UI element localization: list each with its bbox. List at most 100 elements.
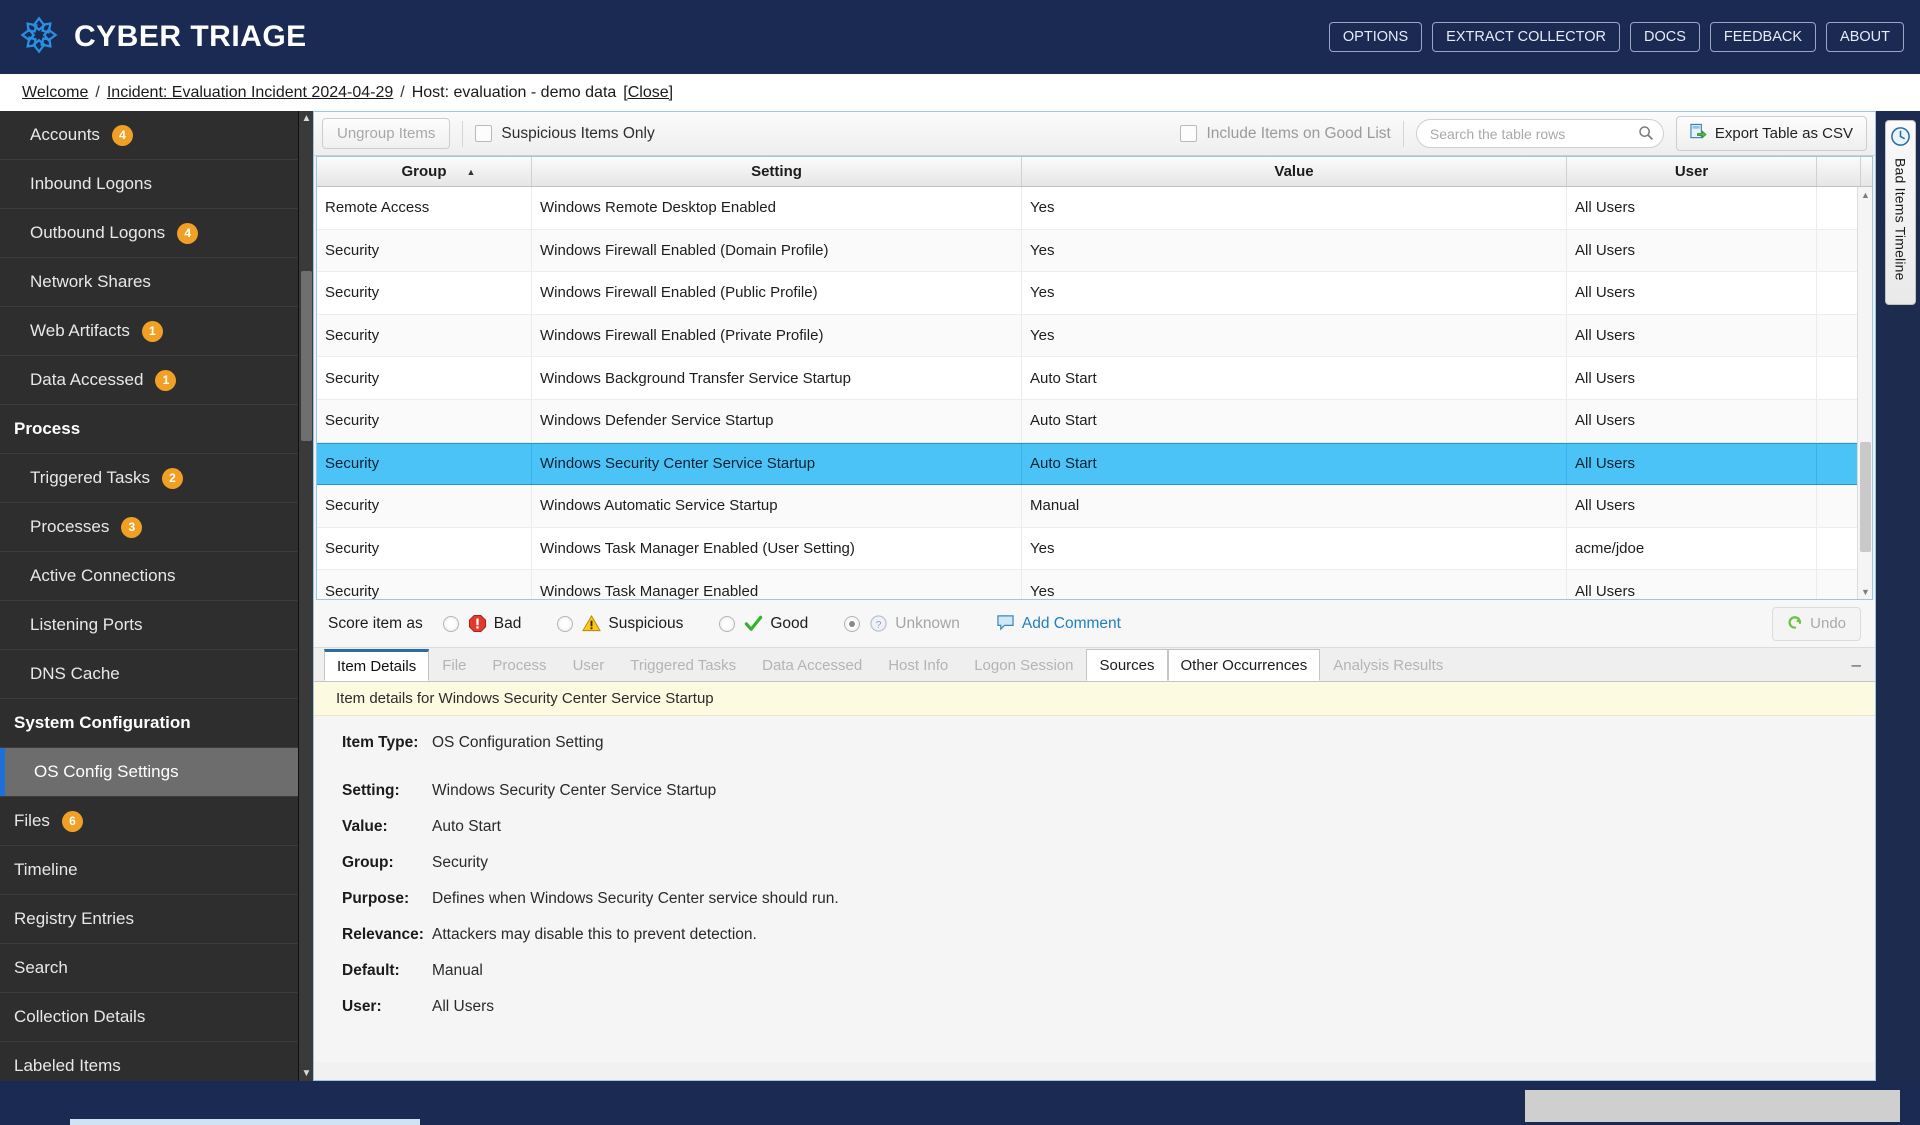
table-row[interactable]: SecurityWindows Task Manager Enabled (Us…	[317, 528, 1872, 571]
table-cell-value: Auto Start	[1022, 444, 1567, 485]
sidebar-item-labeled-items[interactable]: Labeled Items	[0, 1042, 298, 1081]
sidebar-scrollbar[interactable]: ▲ ▼	[298, 111, 313, 1081]
sidebar-item-processes[interactable]: Processes3	[0, 503, 298, 552]
radio-suspicious[interactable]	[557, 616, 573, 632]
undo-label: Undo	[1810, 615, 1846, 632]
score-option-suspicious[interactable]: Suspicious	[557, 614, 683, 633]
table-row[interactable]: SecurityWindows Defender Service Startup…	[317, 400, 1872, 443]
score-good-label: Good	[770, 615, 808, 633]
sidebar-scroll-thumb[interactable]	[301, 271, 312, 441]
export-table-csv-button[interactable]: Export Table as CSV	[1676, 116, 1867, 151]
score-option-good[interactable]: Good	[719, 614, 808, 633]
tab-logon-session: Logon Session	[961, 649, 1086, 681]
detail-value: Security	[432, 854, 488, 872]
app-header: CYBER TRIAGE OPTIONS EXTRACT COLLECTOR D…	[0, 0, 1920, 74]
table-row[interactable]: SecurityWindows Security Center Service …	[317, 443, 1872, 486]
include-good-list-checkbox[interactable]: Include Items on Good List	[1180, 125, 1390, 143]
docs-button[interactable]: DOCS	[1630, 22, 1700, 53]
column-header-value[interactable]: Value	[1022, 157, 1567, 186]
checkbox-box[interactable]	[475, 125, 492, 142]
sidebar-item-files[interactable]: Files6	[0, 797, 298, 846]
table-row[interactable]: SecurityWindows Task Manager EnabledYesA…	[317, 570, 1872, 599]
tab-sources[interactable]: Sources	[1086, 649, 1167, 681]
radio-unknown	[844, 616, 860, 632]
sidebar-item-timeline[interactable]: Timeline	[0, 846, 298, 895]
sidebar-item-search[interactable]: Search	[0, 944, 298, 993]
breadcrumb: Welcome / Incident: Evaluation Incident …	[0, 74, 1920, 111]
sidebar-item-label: Process	[14, 419, 80, 439]
table-cell-user: All Users	[1567, 570, 1817, 599]
radio-good[interactable]	[719, 616, 735, 632]
breadcrumb-welcome[interactable]: Welcome	[22, 84, 88, 102]
header-actions: OPTIONS EXTRACT COLLECTOR DOCS FEEDBACK …	[1329, 22, 1904, 53]
sidebar-item-accounts[interactable]: Accounts4	[0, 111, 298, 160]
tab-analysis-results: Analysis Results	[1320, 649, 1456, 681]
sidebar-item-active-connections[interactable]: Active Connections	[0, 552, 298, 601]
footer-panel-box	[1525, 1090, 1900, 1122]
table-scroll-down-arrow[interactable]: ▼	[1858, 584, 1873, 599]
table-scroll-thumb[interactable]	[1860, 442, 1871, 552]
sidebar-item-collection-details[interactable]: Collection Details	[0, 993, 298, 1042]
breadcrumb-close-link[interactable]: [Close]	[623, 84, 673, 102]
checkbox-box[interactable]	[1180, 125, 1197, 142]
breadcrumb-separator-2: /	[400, 84, 404, 102]
sidebar-item-label: Timeline	[14, 860, 78, 880]
ungroup-items-button[interactable]: Ungroup Items	[322, 118, 450, 149]
table-row[interactable]: SecurityWindows Firewall Enabled (Privat…	[317, 315, 1872, 358]
search-input[interactable]	[1416, 119, 1664, 148]
table-vertical-scrollbar[interactable]: ▲ ▼	[1857, 187, 1872, 599]
table-row[interactable]: SecurityWindows Firewall Enabled (Domain…	[317, 230, 1872, 273]
sidebar-scroll-down-arrow[interactable]: ▼	[299, 1066, 314, 1081]
sidebar-group-process: Process	[0, 405, 298, 454]
suspicious-items-only-checkbox[interactable]: Suspicious Items Only	[475, 125, 654, 143]
minimize-icon[interactable]: –	[1852, 656, 1861, 673]
options-button[interactable]: OPTIONS	[1329, 22, 1422, 53]
sidebar-item-listening-ports[interactable]: Listening Ports	[0, 601, 298, 650]
table-cell-extra	[1817, 570, 1861, 599]
detail-key: User:	[342, 998, 432, 1016]
table-scroll-up-arrow[interactable]: ▲	[1858, 187, 1873, 202]
sidebar-item-label: Collection Details	[14, 1007, 145, 1027]
sidebar-scroll-up-arrow[interactable]: ▲	[299, 111, 314, 126]
radio-bad[interactable]	[443, 616, 459, 632]
sidebar-item-badge: 3	[121, 517, 142, 538]
table-body: Remote AccessWindows Remote Desktop Enab…	[317, 187, 1872, 599]
sidebar-item-web-artifacts[interactable]: Web Artifacts1	[0, 307, 298, 356]
about-button[interactable]: ABOUT	[1826, 22, 1904, 53]
table-cell-setting: Windows Firewall Enabled (Public Profile…	[532, 272, 1022, 314]
table-row[interactable]: SecurityWindows Background Transfer Serv…	[317, 357, 1872, 400]
tab-other-occurrences[interactable]: Other Occurrences	[1168, 649, 1321, 681]
sidebar-item-os-config-settings[interactable]: OS Config Settings	[0, 748, 298, 797]
table-cell-setting: Windows Task Manager Enabled (User Setti…	[532, 528, 1022, 570]
score-option-bad[interactable]: Bad	[443, 614, 522, 633]
table-row[interactable]: SecurityWindows Firewall Enabled (Public…	[317, 272, 1872, 315]
sidebar-item-dns-cache[interactable]: DNS Cache	[0, 650, 298, 699]
score-bad-label: Bad	[494, 615, 522, 633]
detail-row: Relevance:Attackers may disable this to …	[314, 926, 1875, 944]
table-cell-extra	[1817, 230, 1861, 272]
table-cell-user: acme/jdoe	[1567, 528, 1817, 570]
extract-collector-button[interactable]: EXTRACT COLLECTOR	[1432, 22, 1620, 53]
column-header-setting[interactable]: Setting	[532, 157, 1022, 186]
bad-items-timeline-tab[interactable]: Bad Items Timeline	[1885, 120, 1916, 305]
breadcrumb-host: Host: evaluation - demo data	[412, 84, 617, 102]
sidebar-item-registry-entries[interactable]: Registry Entries	[0, 895, 298, 944]
table-header-row: Group ▲ Setting Value User	[317, 157, 1872, 187]
breadcrumb-incident[interactable]: Incident: Evaluation Incident 2024-04-29	[107, 84, 393, 102]
sidebar-item-outbound-logons[interactable]: Outbound Logons4	[0, 209, 298, 258]
add-comment-button[interactable]: Add Comment	[996, 614, 1121, 633]
undo-button[interactable]: Undo	[1772, 607, 1861, 641]
table-row[interactable]: SecurityWindows Automatic Service Startu…	[317, 485, 1872, 528]
tab-item-details[interactable]: Item Details	[324, 649, 429, 681]
sidebar-item-label: DNS Cache	[30, 664, 120, 684]
sidebar-item-inbound-logons[interactable]: Inbound Logons	[0, 160, 298, 209]
feedback-button[interactable]: FEEDBACK	[1710, 22, 1816, 53]
table-cell-extra	[1817, 400, 1861, 442]
column-header-group[interactable]: Group ▲	[317, 157, 532, 186]
column-header-user[interactable]: User	[1567, 157, 1817, 186]
sidebar-item-network-shares[interactable]: Network Shares	[0, 258, 298, 307]
sidebar-item-data-accessed[interactable]: Data Accessed1	[0, 356, 298, 405]
sidebar-item-triggered-tasks[interactable]: Triggered Tasks2	[0, 454, 298, 503]
detail-row: Value:Auto Start	[314, 818, 1875, 836]
table-row[interactable]: Remote AccessWindows Remote Desktop Enab…	[317, 187, 1872, 230]
